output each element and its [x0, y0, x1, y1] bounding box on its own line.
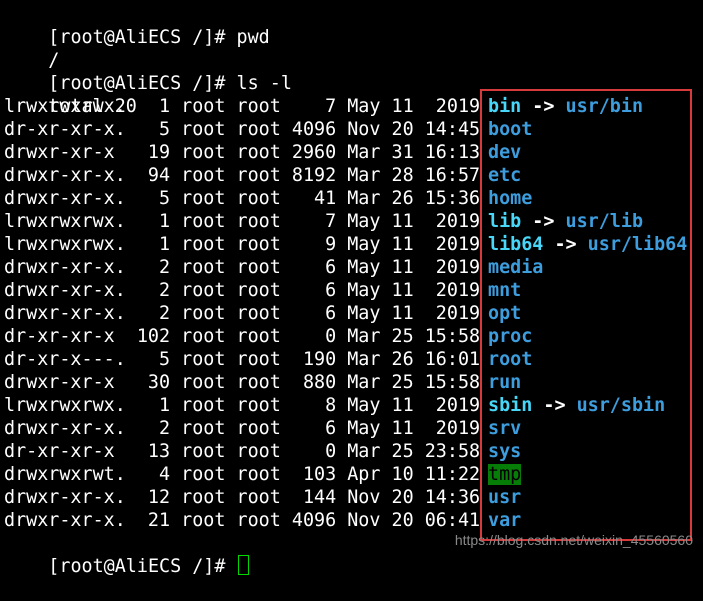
symlink-arrow: ->: [543, 234, 588, 255]
ls-row: dr-xr-xr-x. 5 root root 4096 Nov 20 14:4…: [4, 118, 703, 141]
ls-row-entry: root: [488, 348, 532, 371]
ls-row-meta: drwxr-xr-x. 21 root root 4096 Nov 20 06:…: [4, 510, 492, 531]
ls-row-entry: dev: [488, 141, 521, 164]
ls-row-meta: drwxr-xr-x. 12 root root 144 Nov 20 14:3…: [4, 487, 492, 508]
terminal-line-total: total 20: [4, 72, 703, 117]
ls-row: dr-xr-x---. 5 root root 190 Mar 26 16:01…: [4, 348, 703, 371]
ls-row-meta: lrwxrwxrwx. 1 root root 8 May 11 2019: [4, 395, 492, 416]
ls-row: drwxr-xr-x. 94 root root 8192 Mar 28 16:…: [4, 164, 703, 187]
terminal-line-prompt-pwd: [root@AliECS /]# pwd: [4, 3, 703, 48]
directory-name: home: [488, 188, 533, 209]
symlink-target: usr/sbin: [576, 395, 666, 416]
ls-row-entry: run: [488, 371, 521, 394]
directory-name: proc: [488, 326, 533, 347]
ls-row-entry: var: [488, 509, 521, 532]
directory-name: etc: [488, 165, 522, 186]
ls-row-meta: drwxr-xr-x. 2 root root 6 May 11 2019: [4, 418, 492, 439]
ls-row-meta: drwxr-xr-x. 2 root root 6 May 11 2019: [4, 303, 492, 324]
ls-row-entry: sbin -> usr/sbin: [488, 394, 665, 417]
symlink-target: usr/bin: [565, 96, 644, 117]
ls-row: dr-xr-xr-x 102 root root 0 Mar 25 15:58 …: [4, 325, 703, 348]
ls-row: drwxr-xr-x. 2 root root 6 May 11 2019 op…: [4, 302, 703, 325]
directory-name: opt: [488, 303, 522, 324]
ls-row-meta: drwxr-xr-x 30 root root 880 Mar 25 15:58: [4, 372, 492, 393]
ls-row: lrwxrwxrwx. 1 root root 9 May 11 2019 li…: [4, 233, 703, 256]
ls-row-meta: lrwxrwxrwx. 1 root root 7 May 11 2019: [4, 211, 492, 232]
watermark: https://blog.csdn.net/weixin_45560560: [454, 532, 693, 548]
directory-name: boot: [488, 119, 533, 140]
ls-row: lrwxrwxrwx. 1 root root 7 May 11 2019 li…: [4, 210, 703, 233]
ls-row: drwxr-xr-x. 12 root root 144 Nov 20 14:3…: [4, 486, 703, 509]
symlink-arrow: ->: [521, 96, 566, 117]
ls-row-entry: srv: [488, 417, 521, 440]
symlink-name: sbin: [488, 395, 533, 416]
symlink-target: usr/lib: [565, 211, 644, 232]
directory-name: usr: [488, 487, 522, 508]
ls-row-entry: mnt: [488, 279, 521, 302]
directory-name: var: [488, 510, 522, 531]
terminal-line-prompt-ls: [root@AliECS /]# ls -l: [4, 49, 703, 94]
ls-row-meta: dr-xr-xr-x 13 root root 0 Mar 25 23:58: [4, 441, 492, 462]
ls-row: lrwxrwxrwx. 1 root root 7 May 11 2019 bi…: [4, 95, 703, 118]
ls-row-entry: lib -> usr/lib: [488, 210, 643, 233]
terminal-cursor[interactable]: [237, 555, 249, 575]
ls-row-meta: drwxr-xr-x. 94 root root 8192 Mar 28 16:…: [4, 165, 492, 186]
symlink-target: usr/lib64: [587, 234, 688, 255]
ls-row: drwxr-xr-x 19 root root 2960 Mar 31 16:1…: [4, 141, 703, 164]
directory-name: dev: [488, 142, 522, 163]
symlink-arrow: ->: [532, 395, 577, 416]
ls-row-meta: lrwxrwxrwx. 1 root root 9 May 11 2019: [4, 234, 492, 255]
directory-name: media: [488, 257, 544, 278]
ls-row-meta: drwxrwxrwt. 4 root root 103 Apr 10 11:22: [4, 464, 492, 485]
shell-prompt: [root@AliECS /]#: [48, 556, 237, 577]
ls-row-entry: tmp: [488, 463, 522, 486]
directory-name: root: [488, 349, 533, 370]
ls-row-entry: usr: [488, 486, 521, 509]
ls-row: drwxr-xr-x. 21 root root 4096 Nov 20 06:…: [4, 509, 703, 532]
ls-row: drwxrwxrwt. 4 root root 103 Apr 10 11:22…: [4, 463, 703, 486]
directory-name: srv: [488, 418, 522, 439]
ls-row: dr-xr-xr-x 13 root root 0 Mar 25 23:58 s…: [4, 440, 703, 463]
ls-row: drwxr-xr-x. 2 root root 6 May 11 2019 me…: [4, 256, 703, 279]
ls-row-entry: bin -> usr/bin: [488, 95, 643, 118]
ls-listing: lrwxrwxrwx. 1 root root 7 May 11 2019 bi…: [4, 95, 703, 532]
symlink-name: lib64: [488, 234, 544, 255]
ls-row-entry: boot: [488, 118, 532, 141]
ls-row: drwxr-xr-x. 2 root root 6 May 11 2019 sr…: [4, 417, 703, 440]
directory-name: sys: [488, 441, 522, 462]
symlink-name: bin: [488, 96, 522, 117]
ls-row-meta: dr-xr-xr-x. 5 root root 4096 Nov 20 14:4…: [4, 119, 492, 140]
ls-row-meta: lrwxrwxrwx. 1 root root 7 May 11 2019: [4, 96, 492, 117]
symlink-name: lib: [488, 211, 522, 232]
ls-row-entry: etc: [488, 164, 521, 187]
ls-row-meta: drwxr-xr-x 19 root root 2960 Mar 31 16:1…: [4, 142, 492, 163]
directory-name: run: [488, 372, 522, 393]
ls-row-entry: opt: [488, 302, 521, 325]
ls-row-meta: dr-xr-xr-x 102 root root 0 Mar 25 15:58: [4, 326, 492, 347]
ls-row-meta: drwxr-xr-x. 2 root root 6 May 11 2019: [4, 257, 492, 278]
ls-row-entry: media: [488, 256, 543, 279]
ls-row-entry: proc: [488, 325, 532, 348]
directory-name: tmp: [488, 464, 522, 485]
ls-row: lrwxrwxrwx. 1 root root 8 May 11 2019 sb…: [4, 394, 703, 417]
ls-row-entry: sys: [488, 440, 521, 463]
ls-row: drwxr-xr-x 30 root root 880 Mar 25 15:58…: [4, 371, 703, 394]
ls-row: drwxr-xr-x. 2 root root 6 May 11 2019 mn…: [4, 279, 703, 302]
ls-row-entry: home: [488, 187, 532, 210]
ls-row-entry: lib64 -> usr/lib64: [488, 233, 687, 256]
ls-row: drwxr-xr-x. 5 root root 41 Mar 26 15:36 …: [4, 187, 703, 210]
ls-row-meta: dr-xr-x---. 5 root root 190 Mar 26 16:01: [4, 349, 492, 370]
terminal-line-pwd-output: /: [4, 26, 703, 71]
directory-name: mnt: [488, 280, 522, 301]
ls-row-meta: drwxr-xr-x. 5 root root 41 Mar 26 15:36: [4, 188, 492, 209]
symlink-arrow: ->: [521, 211, 566, 232]
ls-row-meta: drwxr-xr-x. 2 root root 6 May 11 2019: [4, 280, 492, 301]
terminal-output[interactable]: [root@AliECS /]# pwd / [root@AliECS /]# …: [4, 3, 703, 577]
